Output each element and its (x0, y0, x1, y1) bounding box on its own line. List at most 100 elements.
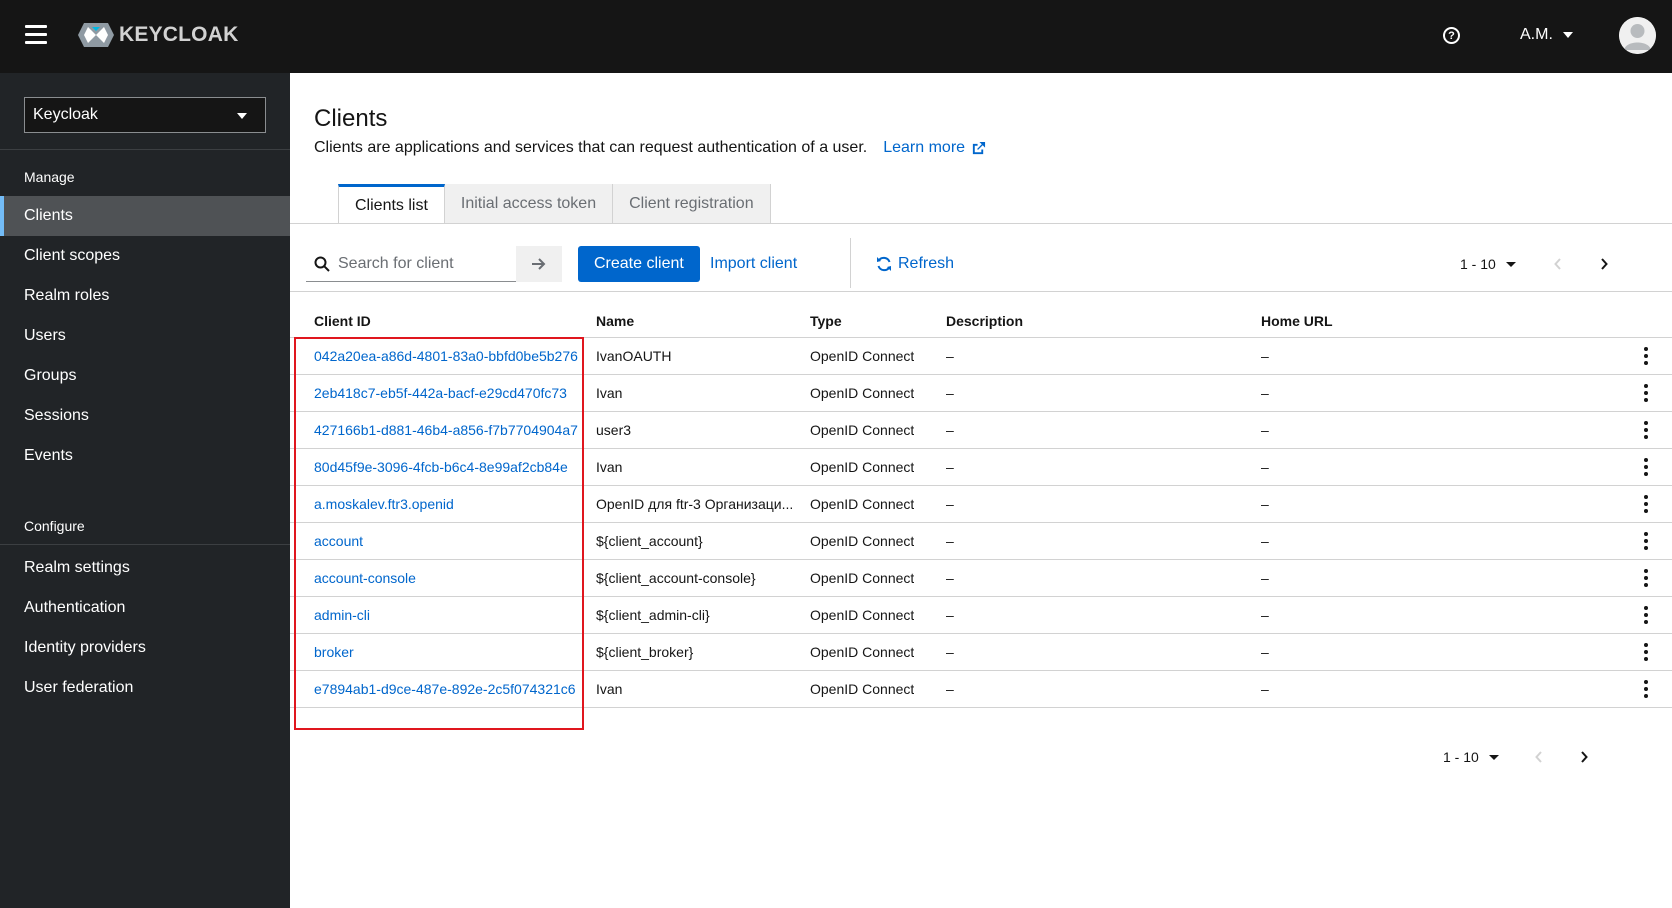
column-header-name[interactable]: Name (596, 313, 634, 329)
nav-section-configure: Configure (24, 518, 85, 534)
previous-page-button[interactable] (1548, 254, 1568, 274)
arrow-right-icon (532, 258, 546, 270)
client-name: OpenID для ftr-3 Организаци... (596, 496, 794, 512)
client-description: – (946, 533, 954, 549)
client-id-link[interactable]: admin-cli (314, 607, 370, 623)
sidebar-item-authentication[interactable]: Authentication (0, 588, 290, 628)
client-id-link[interactable]: account (314, 533, 363, 549)
user-name: A.M. (1520, 26, 1553, 43)
table-row: 042a20ea-a86d-4801-83a0-bbfd0be5b276 Iva… (290, 338, 1672, 375)
row-actions-kebab-icon[interactable] (1636, 457, 1656, 477)
question-circle-icon[interactable]: ? (1443, 27, 1460, 44)
row-actions-kebab-icon[interactable] (1636, 383, 1656, 403)
realm-name: Keycloak (33, 106, 98, 123)
client-name: ${client_broker} (596, 644, 694, 660)
tab-initial-access-token[interactable]: Initial access token (444, 184, 614, 224)
client-description: – (946, 422, 954, 438)
client-id-link[interactable]: 042a20ea-a86d-4801-83a0-bbfd0be5b276 (314, 348, 578, 364)
client-type: OpenID Connect (810, 681, 915, 697)
sidebar-item-events[interactable]: Events (0, 436, 290, 476)
client-description: – (946, 496, 954, 512)
client-type: OpenID Connect (810, 459, 915, 475)
keycloak-logo-icon (78, 23, 114, 47)
tab-clients-list[interactable]: Clients list (338, 184, 445, 224)
refresh-button[interactable]: Refresh (876, 246, 954, 282)
column-header-home-url[interactable]: Home URL (1261, 313, 1333, 329)
search-input[interactable] (338, 254, 508, 273)
chevron-right-icon (1601, 258, 1608, 270)
client-home-url: – (1261, 385, 1269, 401)
keycloak-logo[interactable]: KEYCLOAK (76, 19, 238, 51)
client-id-link[interactable]: e7894ab1-d9ce-487e-892e-2c5f074321c6 (314, 681, 576, 697)
realm-selector[interactable]: Keycloak (24, 97, 266, 133)
sidebar-item-groups[interactable]: Groups (0, 356, 290, 396)
sidebar-item-identity-providers[interactable]: Identity providers (0, 628, 290, 668)
caret-down-icon (1488, 754, 1499, 760)
toolbar-divider (290, 291, 1672, 292)
row-actions-kebab-icon[interactable] (1636, 494, 1656, 514)
client-description: – (946, 459, 954, 475)
page-description: Clients are applications and services th… (314, 139, 986, 157)
column-header-type[interactable]: Type (810, 313, 842, 329)
client-name: ${client_admin-cli} (596, 607, 710, 623)
avatar[interactable] (1619, 17, 1656, 54)
row-actions-kebab-icon[interactable] (1636, 568, 1656, 588)
client-type: OpenID Connect (810, 348, 915, 364)
client-description: – (946, 385, 954, 401)
pagination-toggle[interactable]: 1 - 10 (1460, 256, 1516, 272)
external-link-icon (972, 141, 986, 154)
row-actions-kebab-icon[interactable] (1636, 605, 1656, 625)
bottom-next-page-button[interactable] (1574, 747, 1594, 767)
row-actions-kebab-icon[interactable] (1636, 346, 1656, 366)
table-row: account ${client_account} OpenID Connect… (290, 523, 1672, 560)
client-description: – (946, 570, 954, 586)
hamburger-menu-icon[interactable] (25, 25, 47, 45)
create-client-button[interactable]: Create client (578, 246, 700, 282)
search-submit-button[interactable] (516, 246, 562, 282)
import-client-button[interactable]: Import client (710, 246, 797, 282)
learn-more-label: Learn more (883, 139, 966, 156)
column-header-description[interactable]: Description (946, 313, 1023, 329)
sidebar-divider (0, 544, 290, 545)
sidebar-item-realm-roles[interactable]: Realm roles (0, 276, 290, 316)
client-id-link[interactable]: 2eb418c7-eb5f-442a-bacf-e29cd470fc73 (314, 385, 567, 401)
row-actions-kebab-icon[interactable] (1636, 679, 1656, 699)
page-description-text: Clients are applications and services th… (314, 139, 868, 156)
sidebar-item-users[interactable]: Users (0, 316, 290, 356)
bottom-pagination-toggle[interactable]: 1 - 10 (1443, 749, 1499, 765)
sidebar-item-sessions[interactable]: Sessions (0, 396, 290, 436)
row-actions-kebab-icon[interactable] (1636, 420, 1656, 440)
client-id-link[interactable]: 80d45f9e-3096-4fcb-b6c4-8e99af2cb84e (314, 459, 568, 475)
sidebar-item-realm-settings[interactable]: Realm settings (0, 548, 290, 588)
row-actions-kebab-icon[interactable] (1636, 531, 1656, 551)
chevron-left-icon (1535, 751, 1542, 763)
pagination-range: 1 - 10 (1460, 256, 1496, 272)
column-header-client-id[interactable]: Client ID (314, 313, 371, 329)
learn-more-link[interactable]: Learn more (883, 139, 986, 157)
client-name: ${client_account} (596, 533, 703, 549)
tab-client-registration[interactable]: Client registration (613, 184, 771, 224)
client-id-link[interactable]: 427166b1-d881-46b4-a856-f7b7704904a7 (314, 422, 578, 438)
client-home-url: – (1261, 533, 1269, 549)
client-id-link[interactable]: a.moskalev.ftr3.openid (314, 496, 454, 512)
sidebar-item-clients[interactable]: Clients (0, 196, 290, 236)
client-name: Ivan (596, 681, 623, 697)
client-id-link[interactable]: account-console (314, 570, 416, 586)
sidebar-divider (0, 149, 290, 150)
client-type: OpenID Connect (810, 533, 915, 549)
toolbar-separator (850, 238, 851, 288)
next-page-button[interactable] (1594, 254, 1614, 274)
table-row: 80d45f9e-3096-4fcb-b6c4-8e99af2cb84e Iva… (290, 449, 1672, 486)
refresh-label: Refresh (898, 255, 955, 272)
sidebar-item-user-federation[interactable]: User federation (0, 668, 290, 708)
client-description: – (946, 681, 954, 697)
row-actions-kebab-icon[interactable] (1636, 642, 1656, 662)
sidebar-item-client-scopes[interactable]: Client scopes (0, 236, 290, 276)
nav-section-manage: Manage (24, 169, 75, 185)
client-id-link[interactable]: broker (314, 644, 354, 660)
user-menu-toggle[interactable]: A.M. (1520, 26, 1573, 44)
caret-down-icon (1562, 32, 1573, 38)
main-content: Clients Clients are applications and ser… (290, 73, 1672, 908)
bottom-previous-page-button[interactable] (1529, 747, 1549, 767)
refresh-icon (877, 256, 891, 272)
